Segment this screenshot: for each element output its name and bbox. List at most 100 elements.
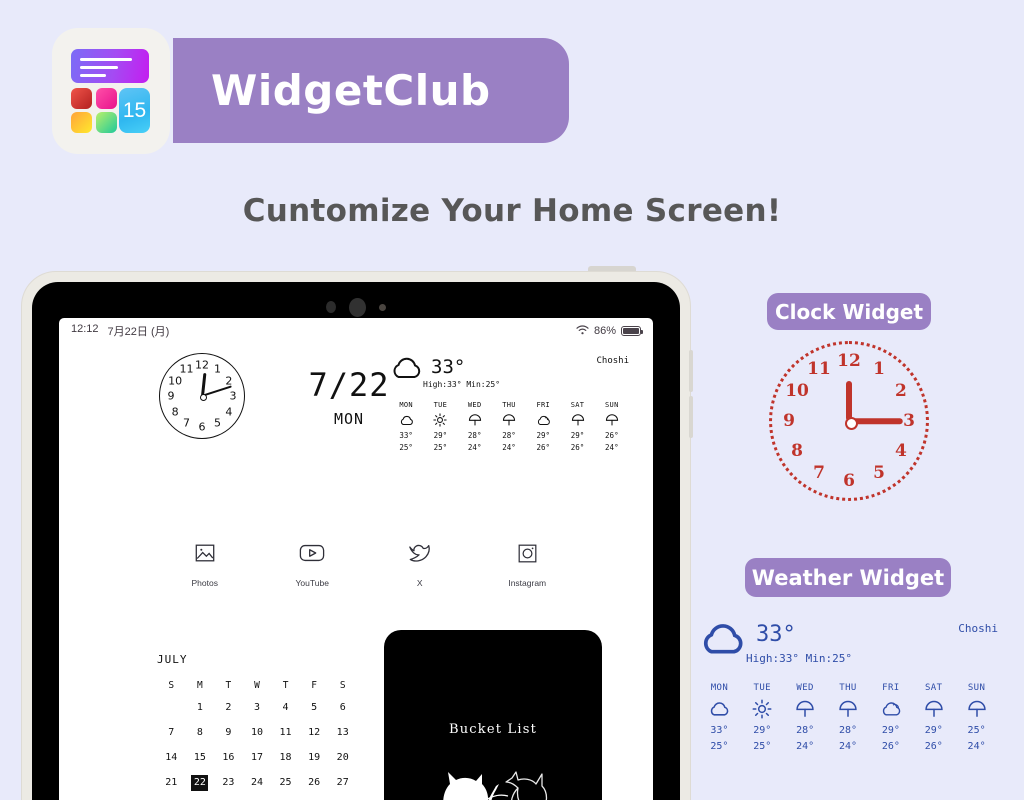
forecast-low: 25° [710, 741, 729, 752]
cloud-icon [389, 412, 423, 428]
calendar-day[interactable]: 16 [214, 750, 243, 766]
calendar-day[interactable]: 12 [300, 725, 329, 741]
calendar-day[interactable]: 18 [271, 750, 300, 766]
calendar-day[interactable]: 7 [157, 725, 186, 741]
calendar-day[interactable]: 13 [328, 725, 357, 741]
partly-cloudy-icon [869, 698, 912, 720]
calendar-day[interactable]: 24 [243, 775, 272, 791]
forecast-day: WED 28° 24° [458, 401, 492, 454]
forecast-day-name: FRI [882, 683, 900, 693]
logo-square-red-icon [71, 88, 92, 109]
home-calendar-widget[interactable]: JULY S M T W T F S 1 2 3 4 5 6 7 8 9 10 11 12 13 14 15 16 17 18 1… [157, 653, 357, 800]
volume-up-button[interactable] [689, 350, 693, 392]
forecast-low: 26° [570, 443, 585, 452]
app-label: YouTube [295, 578, 329, 588]
forecast-low: 25° [433, 443, 448, 452]
forecast-day: FRI 29° 26° [526, 401, 560, 454]
calendar-day[interactable]: 17 [243, 750, 272, 766]
clock-pivot [844, 416, 858, 430]
clock-number: 7 [183, 416, 190, 430]
forecast-day: FRI 29° 26° [869, 683, 912, 755]
app-label: Instagram [508, 578, 547, 588]
forecast-high: 28° [467, 431, 482, 440]
home-clock-widget[interactable]: 12 1 2 3 4 5 6 7 8 9 10 11 [159, 353, 245, 439]
two-cats-illustration [443, 771, 548, 800]
umbrella-icon [912, 698, 955, 720]
calendar-day[interactable]: 8 [186, 725, 215, 741]
app-icon-instagram[interactable]: Instagram [474, 538, 582, 588]
weather-temperature: 33° [431, 356, 466, 378]
clock-number: 11 [179, 362, 194, 376]
logo-badge-15-icon: 15 [119, 88, 150, 133]
sun-icon [741, 698, 784, 720]
calendar-day[interactable]: 15 [186, 750, 215, 766]
umbrella-icon [458, 412, 492, 428]
battery-icon [621, 326, 643, 336]
calendar-day[interactable]: 9 [214, 725, 243, 741]
calendar-day[interactable]: 14 [157, 750, 186, 766]
calendar-day[interactable]: 1 [186, 700, 215, 716]
forecast-day-name: SAT [570, 401, 585, 409]
forecast-day-name: TUE [753, 683, 772, 693]
forecast-low: 24° [967, 741, 986, 752]
calendar-day[interactable]: 20 [328, 750, 357, 766]
forecast-low: 26° [881, 741, 900, 752]
calendar-day[interactable]: 23 [214, 775, 243, 791]
calendar-day[interactable]: 19 [300, 750, 329, 766]
app-icon-youtube[interactable]: YouTube [259, 538, 367, 588]
forecast-high: 28° [796, 725, 815, 736]
calendar-day[interactable]: 6 [328, 700, 357, 716]
sun-icon [423, 412, 457, 428]
calendar-day[interactable]: 26 [300, 775, 329, 791]
logo-square-green-icon [96, 112, 117, 133]
calendar-weekday-header: W [254, 680, 260, 691]
forecast-high: 29° [536, 431, 551, 440]
volume-down-button[interactable] [689, 396, 693, 438]
calendar-day-selected[interactable]: 22 [186, 775, 215, 791]
bucket-list-title: Bucket List [448, 722, 538, 737]
calendar-day[interactable]: 11 [271, 725, 300, 741]
battery-percent: 86% [593, 325, 616, 337]
tablet-device-mockup: 12:12 7月22日 (月) 86% 12 1 2 3 4 5 6 7 8 9… [22, 272, 690, 800]
forecast-high: 28° [502, 431, 516, 440]
calendar-day[interactable]: 10 [243, 725, 272, 741]
forecast-day-name: SUN [967, 683, 986, 693]
calendar-day[interactable]: 2 [214, 700, 243, 716]
app-icon-photos[interactable]: Photos [151, 538, 259, 588]
clock-number: 2 [225, 374, 233, 387]
app-icon-x[interactable]: X [366, 538, 474, 588]
calendar-day[interactable]: 4 [271, 700, 300, 716]
camera-lens-icon [326, 301, 336, 313]
clock-face: 12 1 2 3 4 5 6 7 8 9 10 11 [159, 353, 245, 439]
camera-sensor-icon [379, 303, 386, 311]
umbrella-icon [492, 412, 526, 428]
calendar-day[interactable]: 5 [300, 700, 329, 716]
home-bucket-list-widget[interactable]: Bucket List [384, 630, 602, 800]
forecast-low: 24° [796, 741, 815, 752]
calendar-day[interactable]: 3 [243, 700, 272, 716]
forecast-day-name: MON [710, 683, 729, 693]
showcase-clock-widget[interactable]: 12 1 2 3 4 5 6 7 8 9 10 11 [769, 341, 929, 501]
status-date: 7月22日 (月) [107, 326, 170, 338]
forecast-day: MON 33° 25° [389, 401, 423, 454]
home-weather-widget[interactable]: 33° High:33° Min:25° Choshi MON 33° 25° … [389, 356, 629, 454]
forecast-high: 29° [570, 431, 585, 440]
calendar-weekday-header: T [225, 680, 232, 691]
clock-number: 5 [214, 416, 221, 430]
youtube-icon [259, 538, 367, 568]
clock-hour-hand [846, 381, 852, 421]
app-label: Photos [191, 578, 218, 588]
home-date-widget[interactable]: 7/22 MON [294, 366, 404, 428]
clock-number: 3 [229, 389, 237, 403]
app-logo-card: 15 [52, 28, 170, 154]
calendar-day[interactable]: 25 [271, 775, 300, 791]
forecast-day-name: WED [467, 401, 482, 409]
camera-lens-icon [349, 297, 366, 317]
calendar-day[interactable]: 21 [157, 775, 186, 791]
calendar-weekday-header: F [311, 680, 317, 691]
date-weekday: MON [333, 410, 365, 428]
calendar-day[interactable]: 27 [328, 775, 357, 791]
calendar-weekday-header: S [168, 680, 175, 691]
showcase-weather-widget[interactable]: 33° High:33° Min:25° Choshi MON 33° 25° … [698, 622, 998, 755]
tablet-bezel: 12:12 7月22日 (月) 86% 12 1 2 3 4 5 6 7 8 9… [32, 282, 680, 800]
